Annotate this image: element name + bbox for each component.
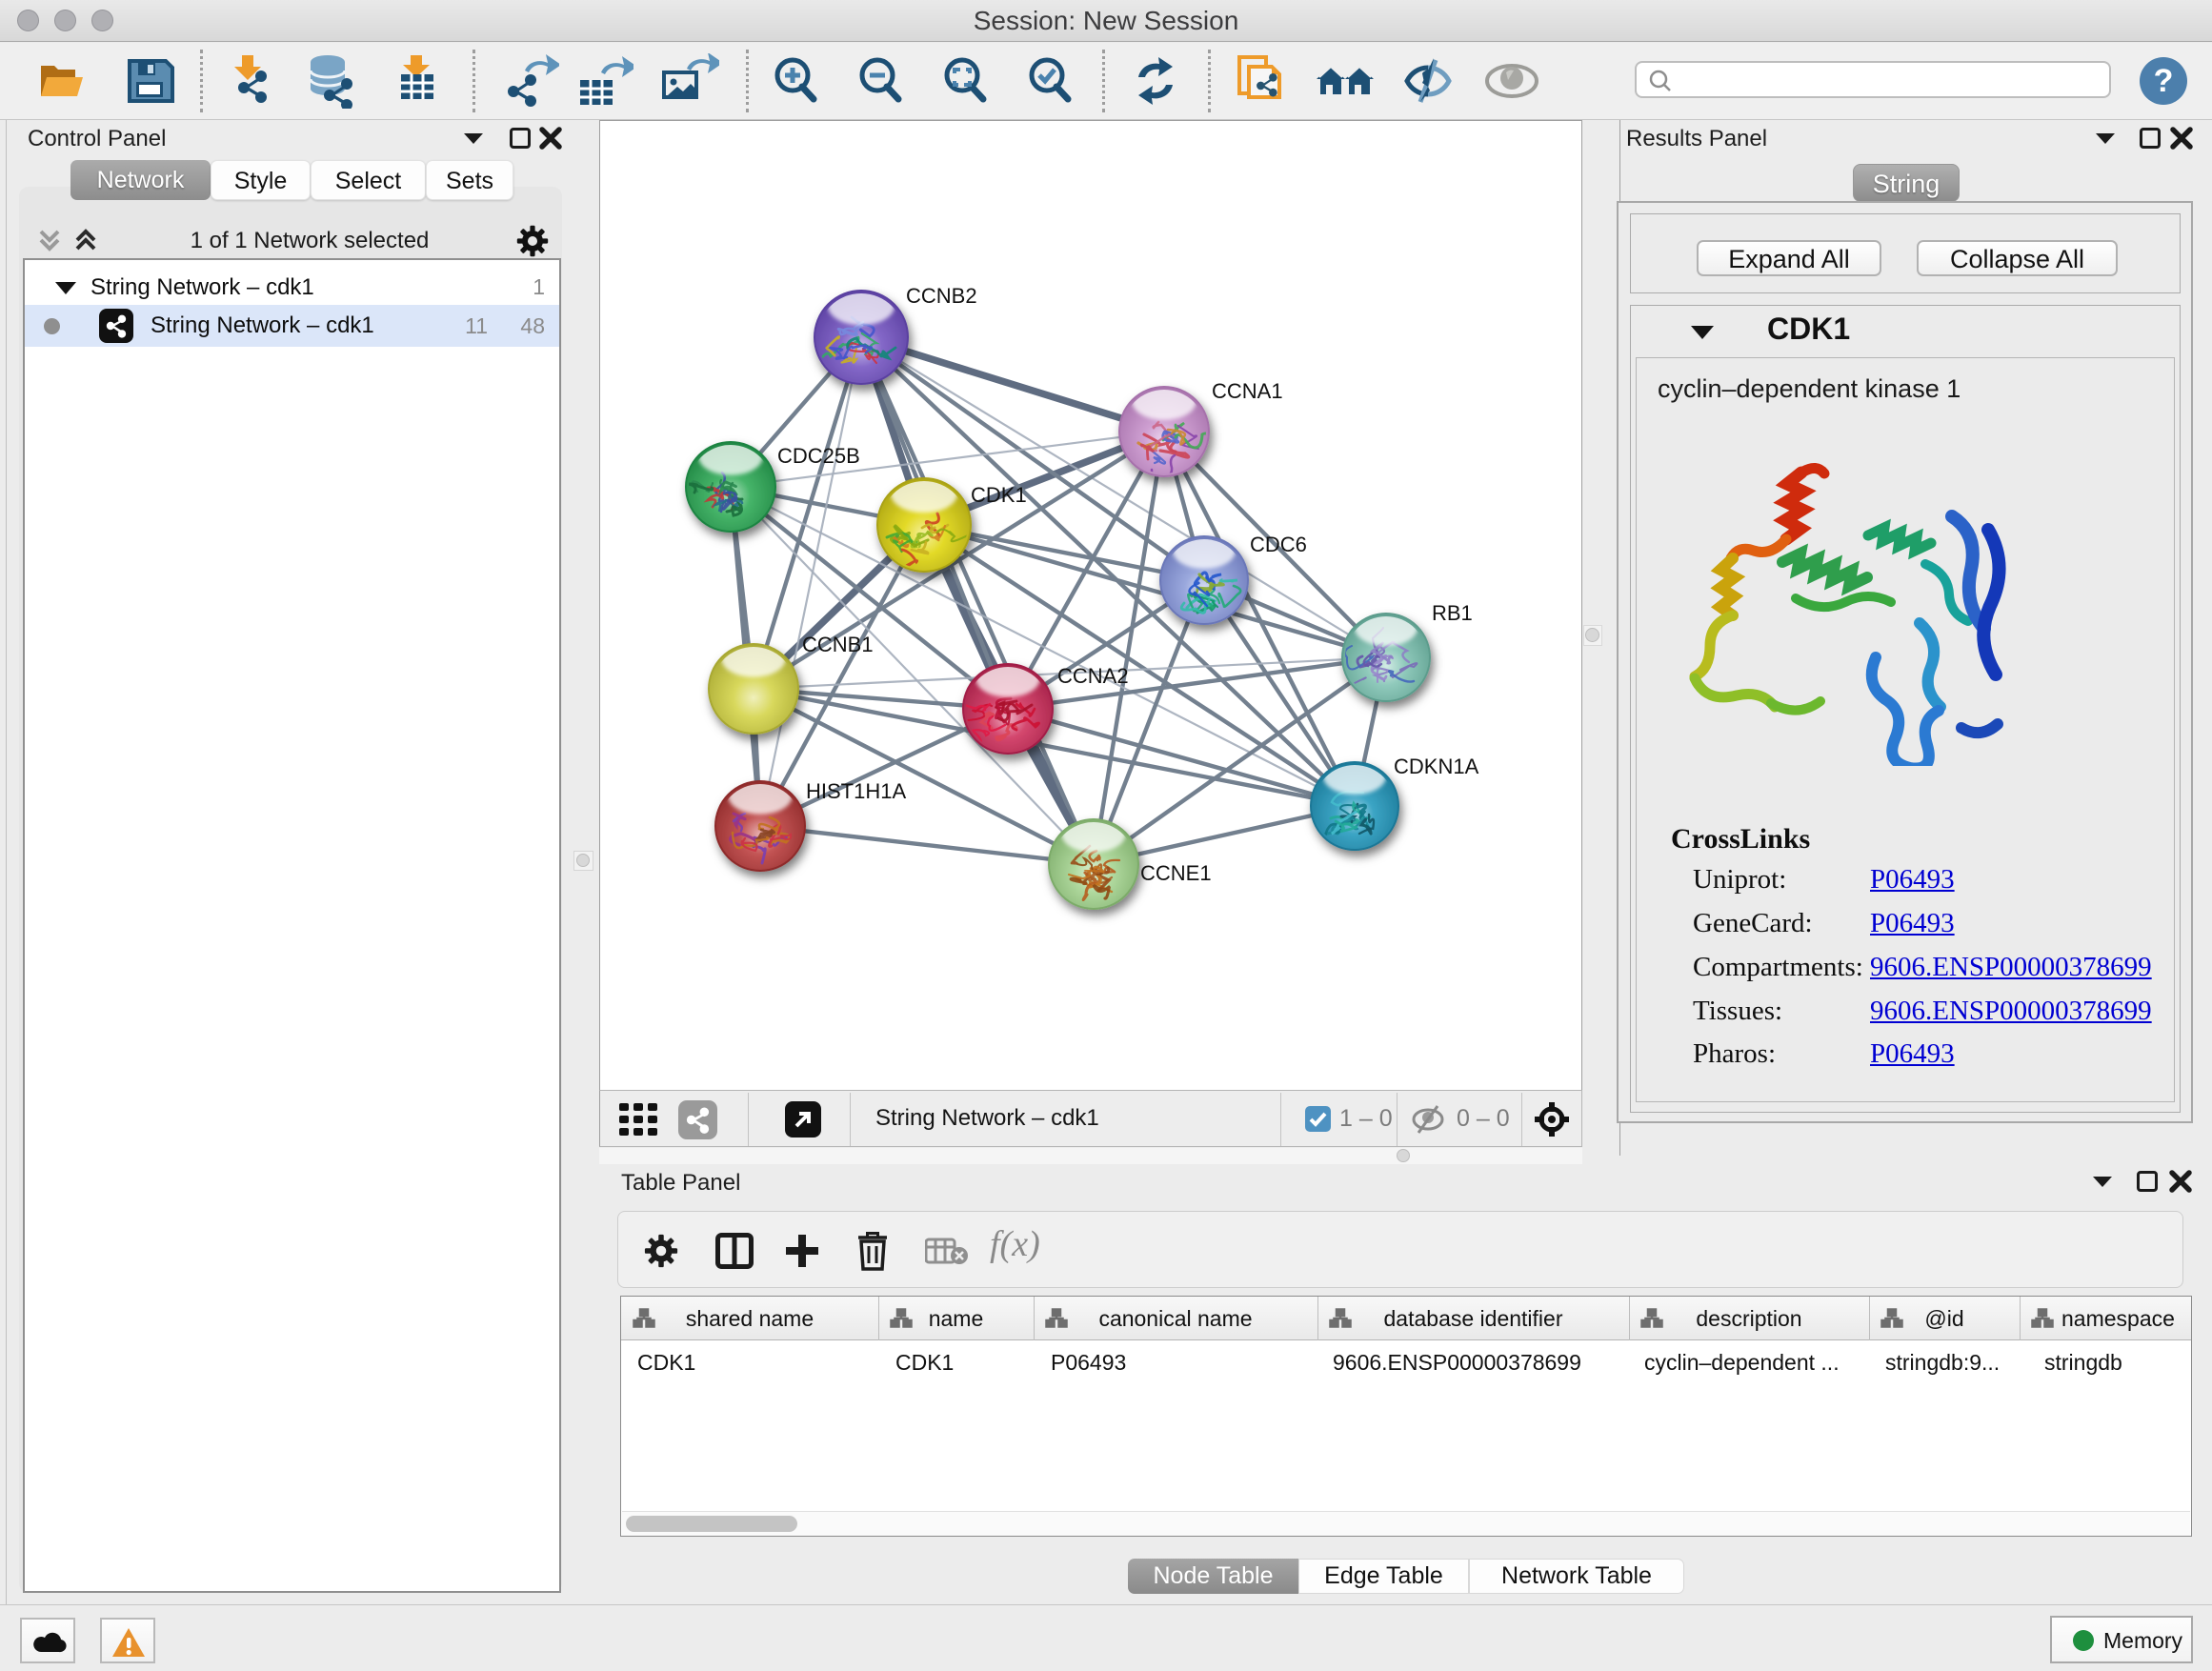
- svg-text:CDKN1A: CDKN1A: [1394, 755, 1479, 778]
- svg-text:CCNA1: CCNA1: [1212, 379, 1283, 403]
- svg-text:CCNB1: CCNB1: [802, 633, 874, 656]
- svg-text:CDC6: CDC6: [1250, 533, 1307, 556]
- svg-text:CDK1: CDK1: [971, 483, 1027, 507]
- svg-text:HIST1H1A: HIST1H1A: [806, 779, 906, 803]
- svg-text:RB1: RB1: [1432, 601, 1473, 625]
- svg-text:CDC25B: CDC25B: [777, 444, 860, 468]
- svg-text:CCNB2: CCNB2: [906, 284, 977, 308]
- svg-text:CCNA2: CCNA2: [1057, 664, 1129, 688]
- svg-text:CCNE1: CCNE1: [1140, 861, 1212, 885]
